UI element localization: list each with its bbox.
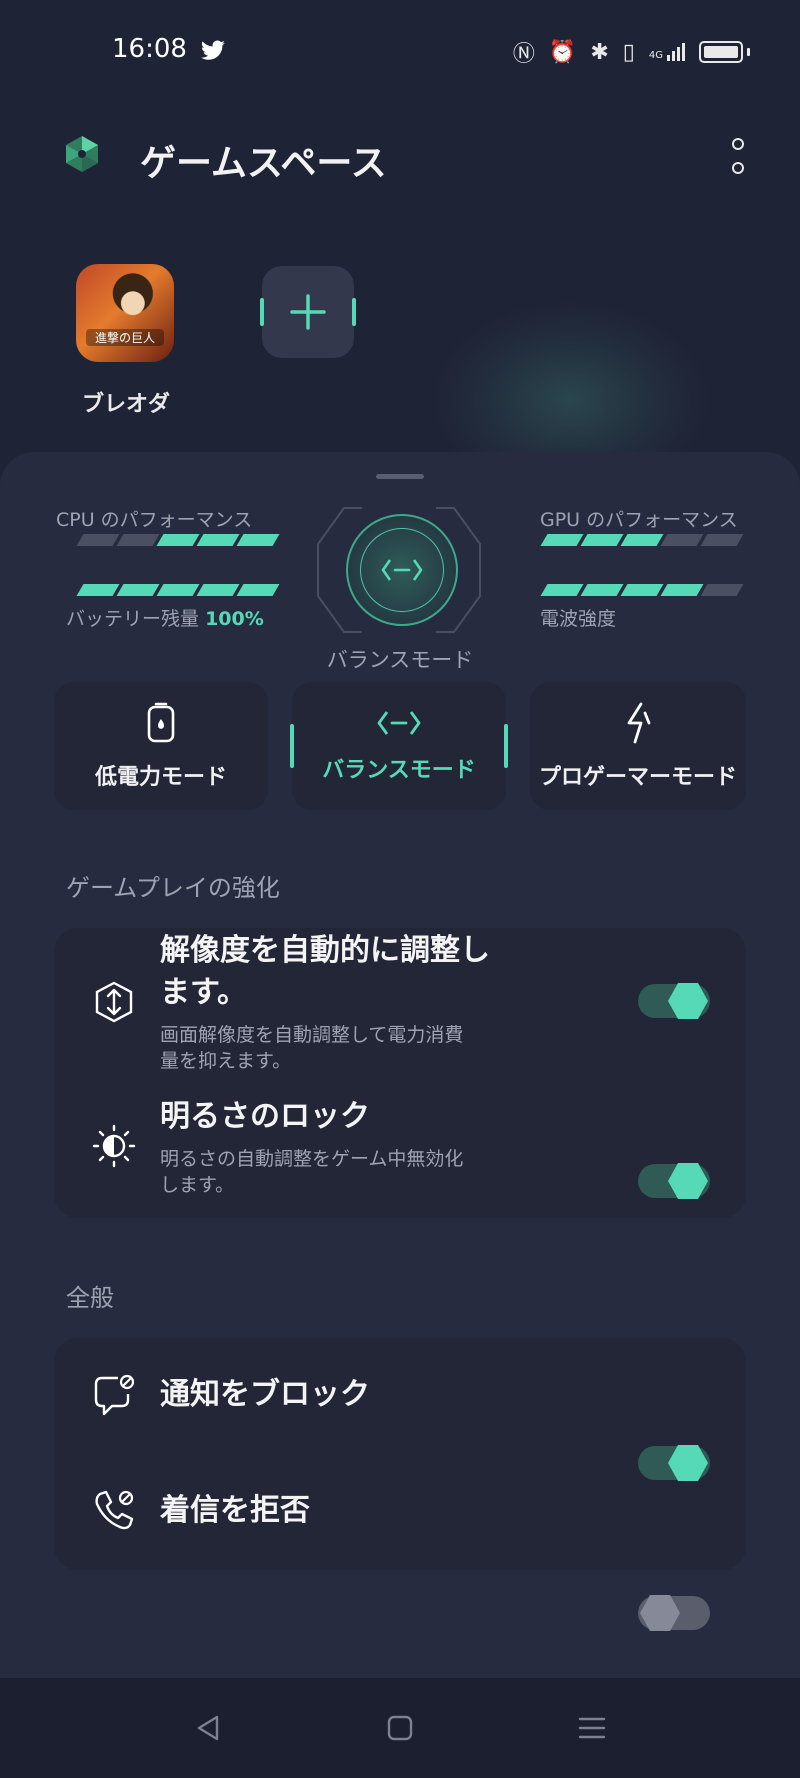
bar-segment xyxy=(116,584,160,596)
more-dot-icon xyxy=(732,162,744,174)
brightness-icon xyxy=(92,1124,136,1168)
brightness-lock-desc: 明るさの自動調整をゲーム中無効化 します。 xyxy=(160,1146,463,1198)
bar-segment xyxy=(700,534,744,546)
signal-strength-label: 電波強度 xyxy=(540,608,617,630)
low-power-mode-button[interactable]: 低電力モード xyxy=(54,682,268,810)
gpu-performance-label: GPU のパフォーマンス xyxy=(540,509,738,531)
balance-mode-icon xyxy=(381,559,423,581)
recent-apps-button[interactable] xyxy=(572,1708,612,1748)
auto-resolution-desc-line1: 画面解像度を自動調整して電力消費 xyxy=(160,1024,464,1046)
pro-gamer-mode-label: プロゲーマーモード xyxy=(538,765,737,790)
bar-segment xyxy=(700,584,744,596)
bar-segment xyxy=(580,584,624,596)
bar-segment xyxy=(196,584,240,596)
bar-segment xyxy=(540,584,584,596)
balance-mode-button[interactable]: バランスモード xyxy=(290,682,508,810)
plus-icon xyxy=(290,294,326,330)
bar-segment xyxy=(580,534,624,546)
twitter-icon xyxy=(201,40,225,60)
home-button[interactable] xyxy=(380,1708,420,1748)
battery-icon xyxy=(699,41,743,63)
balance-mode-label: バランスモード xyxy=(322,758,476,783)
battery-level-bar xyxy=(76,584,280,596)
cpu-performance-bar xyxy=(76,534,280,546)
bar-segment xyxy=(620,534,664,546)
bar-segment xyxy=(236,584,280,596)
menu-icon xyxy=(578,1717,606,1739)
bar-segment xyxy=(156,584,200,596)
status-icons: Ⓝ ⏰ ✱ ▯ 4G xyxy=(513,36,750,68)
brightness-lock-desc-line2: します。 xyxy=(160,1174,235,1196)
toggle-knob xyxy=(668,1445,708,1481)
resolution-icon xyxy=(92,980,136,1024)
reject-calls-title: 着信を拒否 xyxy=(160,1493,310,1528)
section-title-enhance: ゲームプレイの強化 xyxy=(66,874,280,902)
balance-mode-icon xyxy=(377,711,421,735)
auto-resolution-desc-line2: 量を抑えます。 xyxy=(160,1050,292,1072)
low-power-icon xyxy=(147,702,175,743)
bar-segment xyxy=(620,584,664,596)
block-notifications-title: 通知をブロック xyxy=(160,1377,370,1412)
auto-resolution-title-line2: ます。 xyxy=(160,975,247,1010)
bar-segment xyxy=(660,534,704,546)
more-options-button[interactable] xyxy=(730,138,746,174)
auto-resolution-title: 解像度を自動的に調整し ます。 xyxy=(160,930,490,1014)
bluetooth-icon: ✱ xyxy=(590,39,609,65)
mode-circle-inner xyxy=(360,528,444,612)
toggle-knob xyxy=(668,983,708,1019)
toggle-knob xyxy=(668,1163,708,1199)
bar-segment xyxy=(116,534,160,546)
back-button[interactable] xyxy=(188,1708,228,1748)
alarm-icon: ⏰ xyxy=(548,39,577,65)
cpu-performance-label: CPU のパフォーマンス xyxy=(56,509,253,531)
current-mode-label: バランスモード xyxy=(326,648,474,672)
back-icon xyxy=(197,1715,219,1741)
brightness-lock-desc-line1: 明るさの自動調整をゲーム中無効化 xyxy=(160,1148,464,1170)
signal-strength-bar xyxy=(540,584,744,596)
reject-calls-icon xyxy=(92,1488,136,1532)
battery-tip xyxy=(747,48,750,56)
current-mode-indicator xyxy=(346,514,458,626)
game-icon-text: 進撃の巨人 xyxy=(86,329,164,346)
bar-segment xyxy=(196,534,240,546)
vibrate-icon: ▯ xyxy=(622,39,635,65)
battery-remaining-label: バッテリー残量 xyxy=(66,608,200,630)
sheet-drag-handle[interactable] xyxy=(376,474,424,479)
signal-icon: 4G xyxy=(649,43,685,61)
status-time: 16:08 xyxy=(112,34,187,64)
pro-gamer-mode-button[interactable]: プロゲーマーモード xyxy=(530,682,746,810)
home-icon xyxy=(387,1715,413,1741)
bar-segment xyxy=(540,534,584,546)
game-space-logo-icon xyxy=(66,136,98,172)
brightness-lock-toggle[interactable] xyxy=(638,1163,710,1199)
add-game-button[interactable] xyxy=(260,266,356,358)
gpu-performance-bar xyxy=(540,534,744,546)
more-dot-icon xyxy=(732,138,744,150)
page-title: ゲームスペース xyxy=(140,143,387,184)
bar-segment xyxy=(76,534,120,546)
reject-calls-toggle[interactable] xyxy=(638,1595,710,1631)
toggle-knob xyxy=(640,1595,680,1631)
auto-resolution-title-line1: 解像度を自動的に調整し xyxy=(160,933,490,968)
bar-segment xyxy=(236,534,280,546)
block-notifications-icon xyxy=(92,1372,136,1416)
battery-remaining: バッテリー残量 100% xyxy=(66,604,264,631)
network-type: 4G xyxy=(648,50,663,61)
game-label[interactable]: ブレオダ xyxy=(78,386,174,418)
bar-segment xyxy=(76,584,120,596)
section-title-general: 全般 xyxy=(66,1284,114,1312)
bar-segment xyxy=(156,534,200,546)
lightning-icon xyxy=(627,702,651,744)
auto-resolution-toggle[interactable] xyxy=(638,983,710,1019)
battery-remaining-value: 100% xyxy=(205,608,264,630)
nfc-icon: Ⓝ xyxy=(512,42,535,67)
game-icon[interactable]: 進撃の巨人 xyxy=(76,264,174,362)
bar-segment xyxy=(660,584,704,596)
low-power-mode-label: 低電力モード xyxy=(94,765,227,790)
brightness-lock-title: 明るさのロック xyxy=(160,1099,370,1134)
auto-resolution-desc: 画面解像度を自動調整して電力消費 量を抑えます。 xyxy=(160,1022,463,1074)
block-notifications-toggle[interactable] xyxy=(638,1445,710,1481)
